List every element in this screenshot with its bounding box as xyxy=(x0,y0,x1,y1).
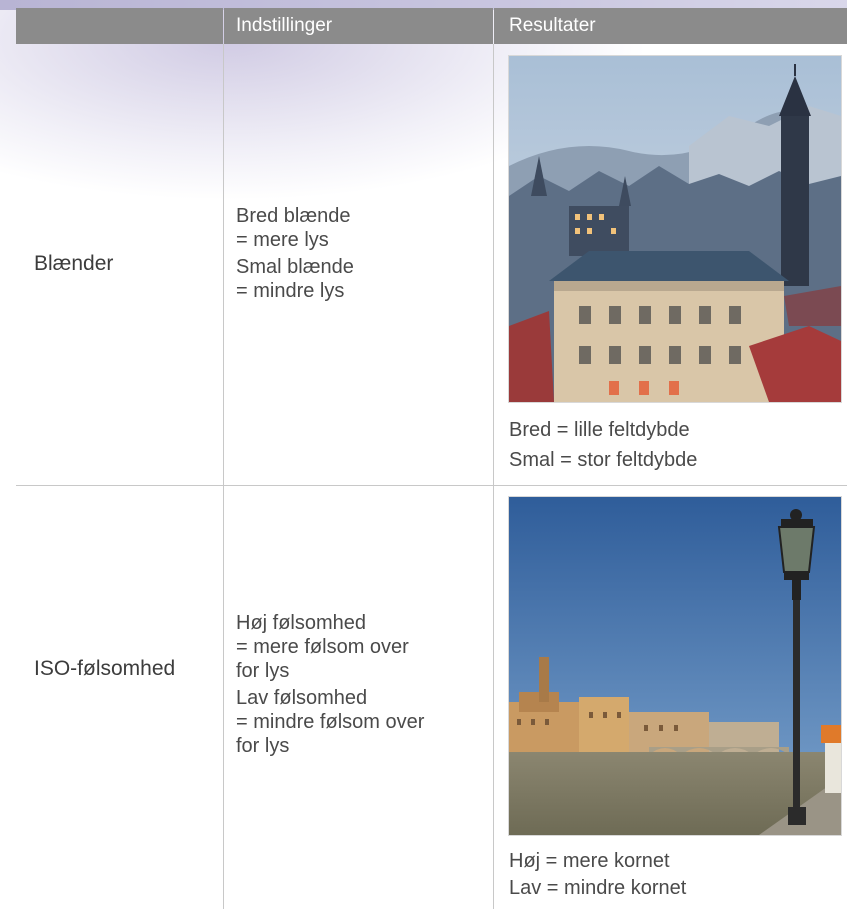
row-label-iso: ISO-følsomhed xyxy=(34,657,176,680)
settings-line: = mindre følsom over xyxy=(236,711,425,733)
aperture-results-text: Bred = lille feltdybde Smal = stor feltd… xyxy=(509,415,697,475)
row-label-aperture: Blænder xyxy=(34,252,114,275)
result-line: Smal = stor feltdybde xyxy=(509,449,698,471)
header-results: Resultater xyxy=(494,8,847,44)
header-empty-cell xyxy=(16,8,223,44)
column-divider-1 xyxy=(223,44,224,909)
result-line: Bred = lille feltdybde xyxy=(509,419,690,441)
settings-line: Bred blænde xyxy=(236,205,351,227)
settings-line: Smal blænde xyxy=(236,256,354,278)
city-rooftops-photo xyxy=(508,55,842,403)
settings-line: = mere følsom over xyxy=(236,636,409,658)
settings-line: Høj følsomhed xyxy=(236,612,367,634)
header-settings: Indstillinger xyxy=(224,8,493,44)
settings-line: = mindre lys xyxy=(236,280,345,302)
settings-table: Indstillinger Resultater Blænder Bred bl… xyxy=(0,0,847,909)
result-line: Høj = mere kornet xyxy=(509,850,670,872)
settings-line: = mere lys xyxy=(236,229,329,251)
settings-line: for lys xyxy=(236,660,290,682)
settings-line: Lav følsomhed xyxy=(236,687,368,709)
row-divider xyxy=(16,485,847,486)
column-divider-2 xyxy=(493,44,494,909)
riverside-lamppost-photo xyxy=(508,496,842,836)
result-line: Lav = mindre kornet xyxy=(509,877,687,899)
aperture-settings-text: Bred blænde = mere lys Smal blænde = min… xyxy=(236,204,354,303)
iso-results-text: Høj = mere kornet Lav = mindre kornet xyxy=(509,848,686,902)
settings-line: for lys xyxy=(236,735,290,757)
iso-settings-text: Høj følsomhed = mere følsom over for lys… xyxy=(236,611,424,758)
